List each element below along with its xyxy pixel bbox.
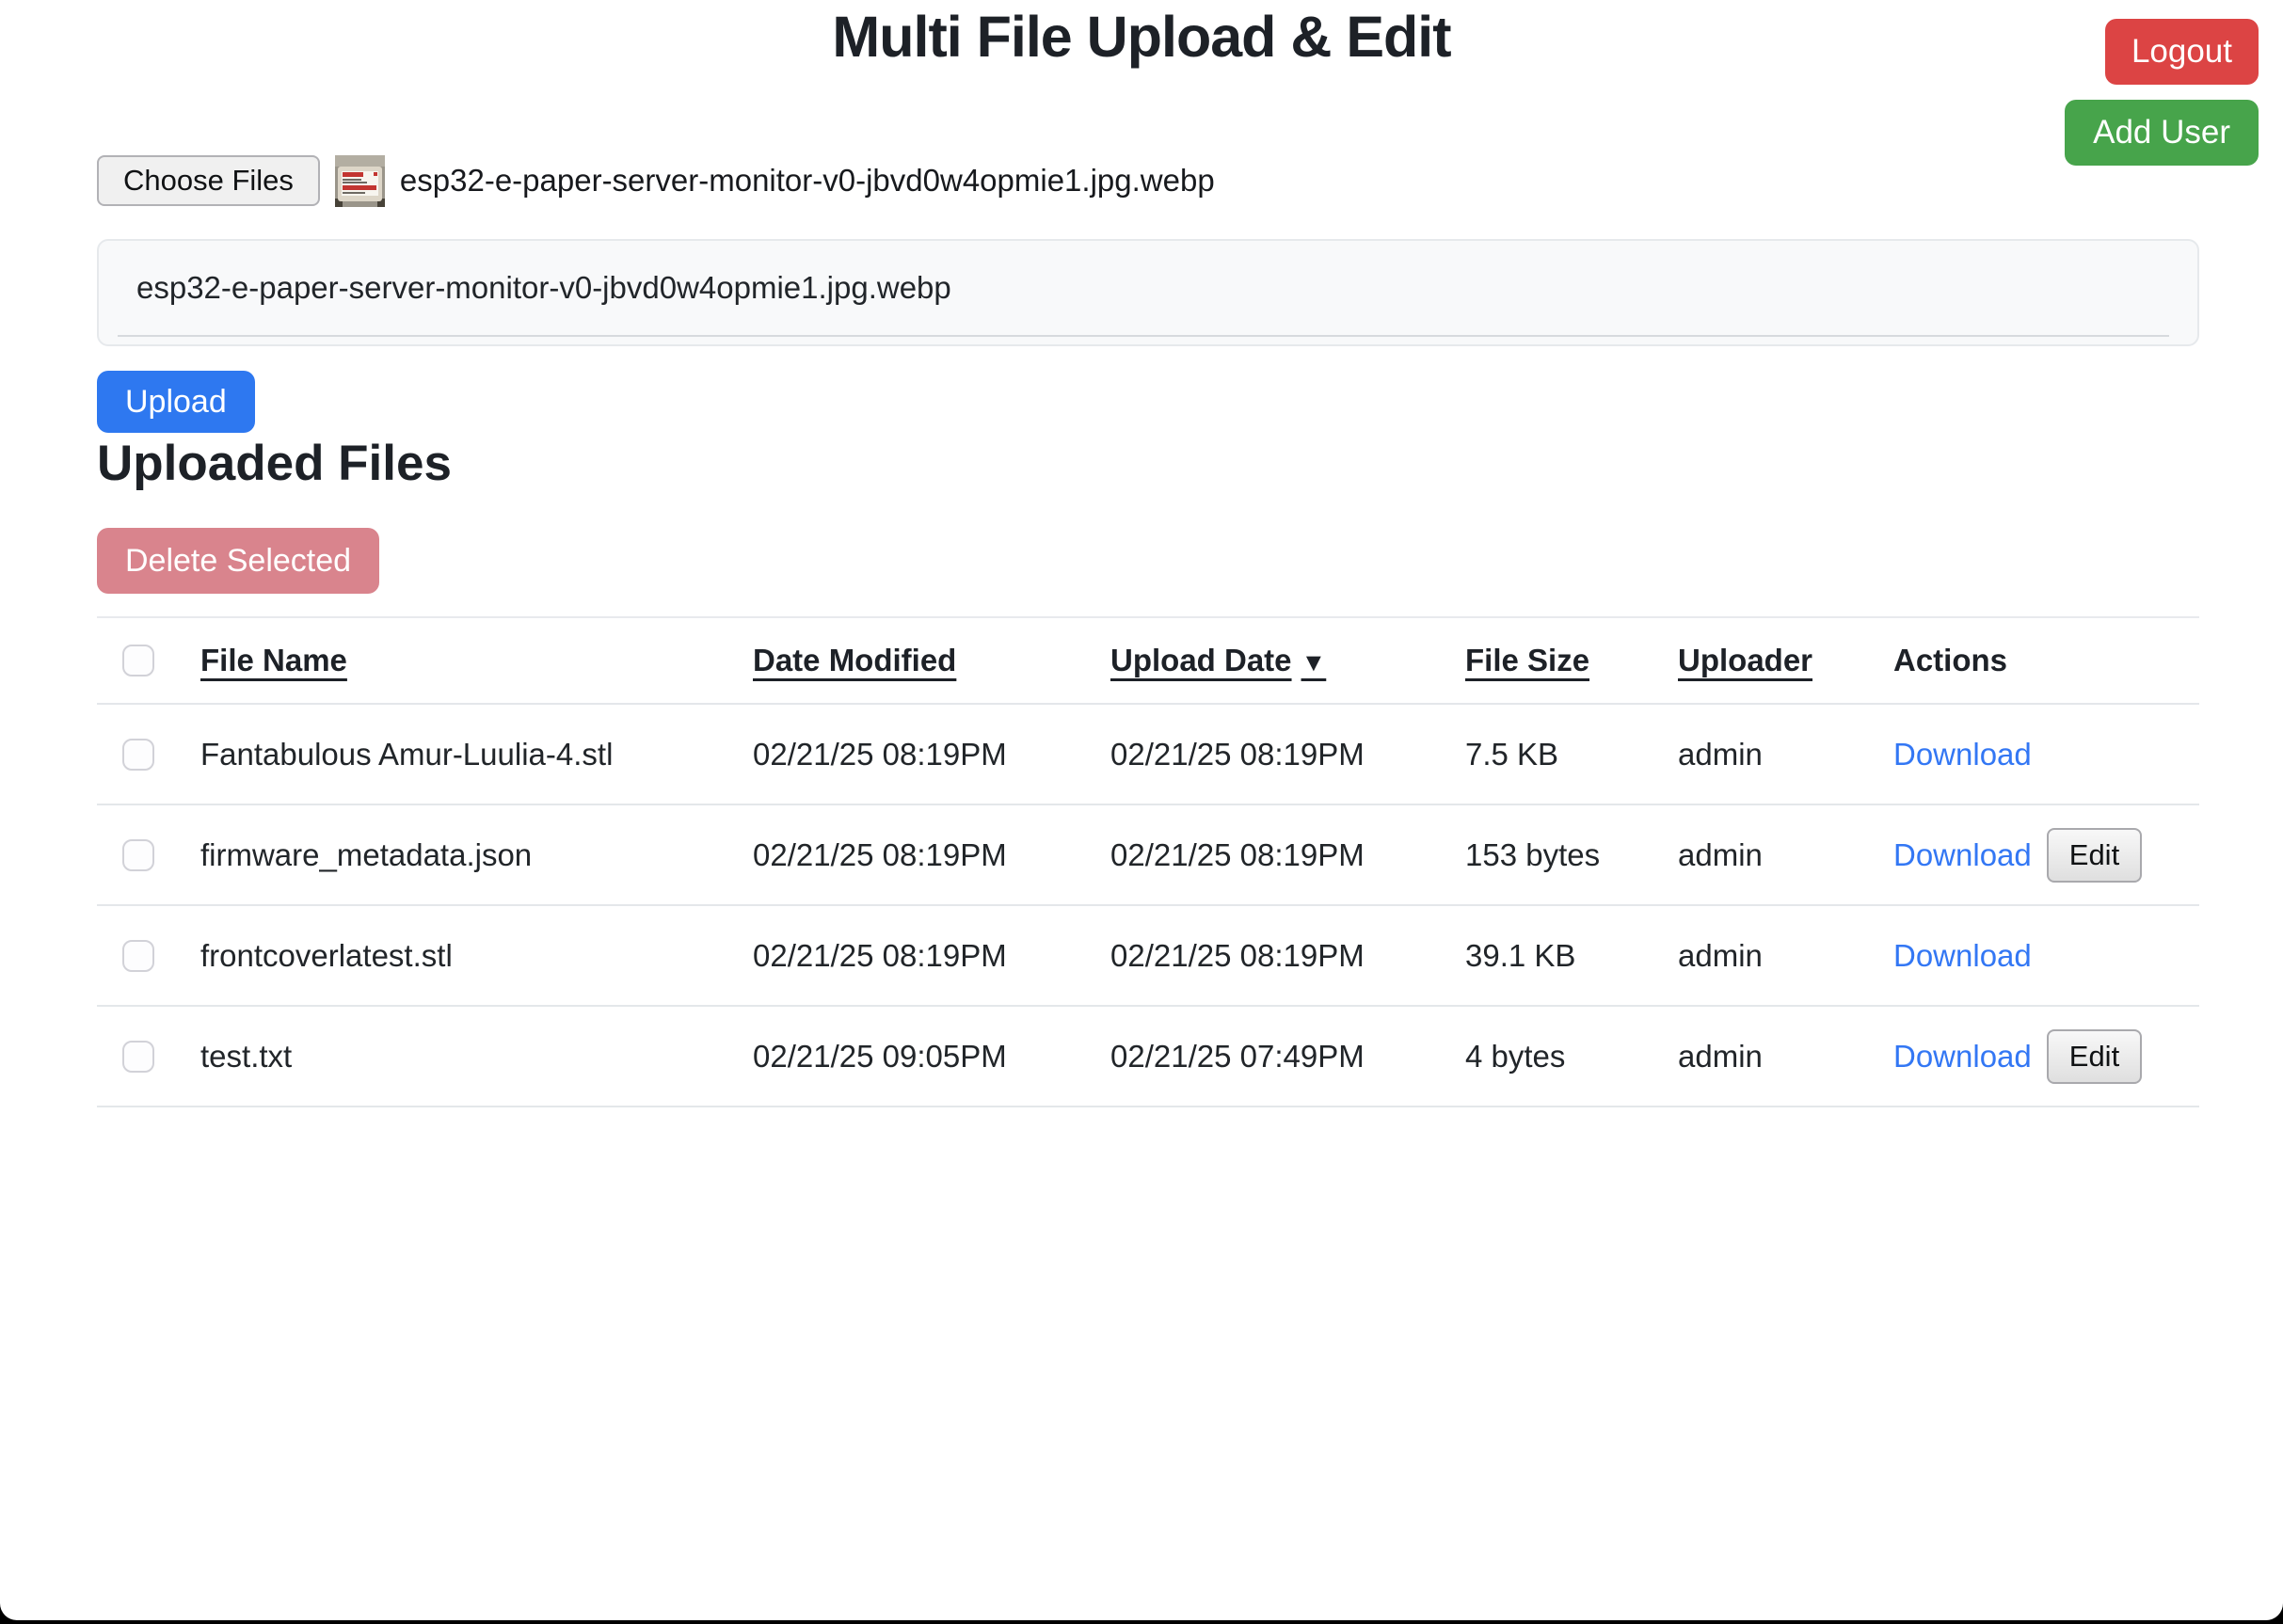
uploader-cell: admin [1678, 938, 1893, 974]
table-row: test.txt 02/21/25 09:05PM 02/21/25 07:49… [97, 1007, 2199, 1107]
page: Multi File Upload & Edit Logout Add User… [0, 0, 2283, 1620]
date-modified-cell: 02/21/25 09:05PM [753, 1039, 1110, 1075]
row-checkbox[interactable] [122, 1041, 154, 1073]
date-modified-cell: 02/21/25 08:19PM [753, 837, 1110, 873]
file-size-cell: 4 bytes [1465, 1039, 1678, 1075]
edit-button[interactable]: Edit [2047, 828, 2142, 883]
download-link[interactable]: Download [1893, 737, 2032, 772]
delete-selected-button[interactable]: Delete Selected [97, 528, 379, 594]
actions-cell: Download [1893, 737, 2199, 772]
download-link[interactable]: Download [1893, 837, 2032, 873]
column-header-inner: File Size [1465, 643, 1589, 678]
column-header-label: Actions [1893, 643, 2007, 677]
table-row: Fantabulous Amur-Luulia-4.stl 02/21/25 0… [97, 705, 2199, 805]
select-all-cell [97, 645, 200, 677]
uploaded-files-table: File Name Date Modified Upload Date ▼ File S… [97, 616, 2199, 1107]
file-name-cell: Fantabulous Amur-Luulia-4.stl [200, 737, 753, 772]
file-thumbnail-image [335, 155, 385, 207]
row-checkbox[interactable] [122, 739, 154, 771]
add-user-button[interactable]: Add User [2065, 100, 2259, 166]
column-header-inner: Date Modified [753, 643, 956, 678]
table-header-row: File Name Date Modified Upload Date ▼ File S… [97, 618, 2199, 705]
row-checkbox-cell [97, 739, 200, 771]
file-size-cell: 39.1 KB [1465, 938, 1678, 974]
uploader-cell: admin [1678, 1039, 1893, 1075]
column-header-inner: File Name [200, 643, 347, 678]
file-size-cell: 153 bytes [1465, 837, 1678, 873]
upload-date-cell: 02/21/25 08:19PM [1110, 938, 1465, 974]
column-header-label: File Name [200, 643, 347, 677]
upload-date-cell: 02/21/25 08:19PM [1110, 837, 1465, 873]
column-header-label: Date Modified [753, 643, 956, 677]
table-row: firmware_metadata.json 02/21/25 08:19PM … [97, 805, 2199, 906]
uploader-cell: admin [1678, 837, 1893, 873]
file-name-cell: frontcoverlatest.stl [200, 938, 753, 974]
choose-files-button[interactable]: Choose Files [97, 155, 320, 206]
row-checkbox[interactable] [122, 839, 154, 871]
column-header-label: Uploader [1678, 643, 1812, 677]
row-checkbox-cell [97, 839, 200, 871]
date-modified-cell: 02/21/25 08:19PM [753, 938, 1110, 974]
row-checkbox-cell [97, 940, 200, 972]
select-all-checkbox[interactable] [122, 645, 154, 677]
column-header-uploader[interactable]: Uploader [1678, 643, 1893, 678]
column-header-inner: Upload Date ▼ [1110, 643, 1326, 678]
column-header-file-size[interactable]: File Size [1465, 643, 1678, 678]
actions-cell: Download Edit [1893, 1029, 2199, 1084]
column-header-label: Upload Date [1110, 643, 1292, 677]
column-header-upload-date[interactable]: Upload Date ▼ [1110, 643, 1465, 678]
column-header-label: File Size [1465, 643, 1589, 677]
row-checkbox[interactable] [122, 940, 154, 972]
upload-button[interactable]: Upload [97, 371, 255, 433]
edit-button[interactable]: Edit [2047, 1029, 2142, 1084]
column-header-actions: Actions [1893, 643, 2199, 678]
column-header-inner: Actions [1893, 643, 2007, 678]
file-size-cell: 7.5 KB [1465, 737, 1678, 772]
logout-button[interactable]: Logout [2105, 19, 2259, 85]
download-link[interactable]: Download [1893, 1039, 2032, 1075]
upload-date-cell: 02/21/25 08:19PM [1110, 737, 1465, 772]
page-title: Multi File Upload & Edit [0, 4, 2283, 70]
table-row: frontcoverlatest.stl 02/21/25 08:19PM 02… [97, 906, 2199, 1007]
sort-descending-icon: ▼ [1301, 648, 1327, 677]
date-modified-cell: 02/21/25 08:19PM [753, 737, 1110, 772]
uploaded-files-heading: Uploaded Files [97, 435, 452, 492]
filename-input[interactable]: esp32-e-paper-server-monitor-v0-jbvd0w4o… [118, 241, 2169, 337]
download-link[interactable]: Download [1893, 938, 2032, 974]
column-header-inner: Uploader [1678, 643, 1812, 678]
file-input-row: Choose Files esp32-e-paper-server-monito… [97, 153, 1215, 208]
file-name-cell: test.txt [200, 1039, 753, 1075]
actions-cell: Download [1893, 938, 2199, 974]
column-header-file-name[interactable]: File Name [200, 643, 753, 678]
row-checkbox-cell [97, 1041, 200, 1073]
table-body: Fantabulous Amur-Luulia-4.stl 02/21/25 0… [97, 705, 2199, 1107]
column-header-date-modified[interactable]: Date Modified [753, 643, 1110, 678]
actions-cell: Download Edit [1893, 828, 2199, 883]
upload-file-list: esp32-e-paper-server-monitor-v0-jbvd0w4o… [97, 239, 2199, 346]
file-name-cell: firmware_metadata.json [200, 837, 753, 873]
chosen-file-name: esp32-e-paper-server-monitor-v0-jbvd0w4o… [400, 163, 1215, 199]
uploader-cell: admin [1678, 737, 1893, 772]
upload-date-cell: 02/21/25 07:49PM [1110, 1039, 1465, 1075]
